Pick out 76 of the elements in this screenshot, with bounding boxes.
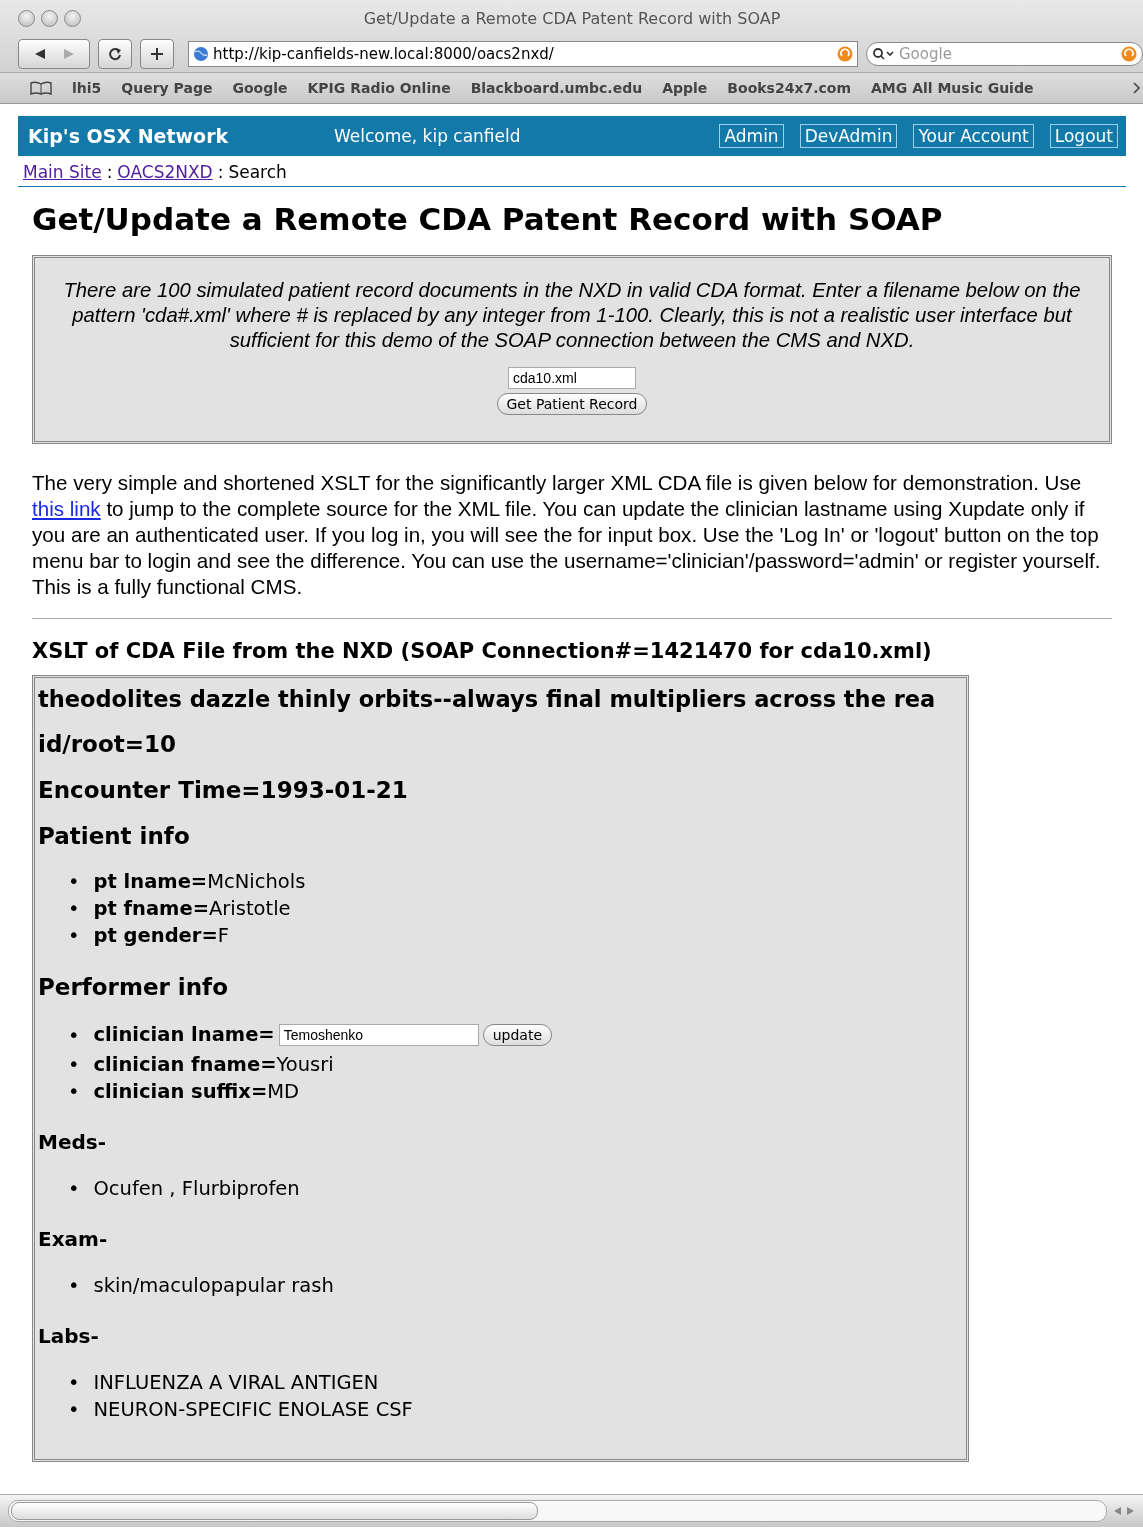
bullet-mark: • [68, 1052, 80, 1078]
horizontal-scrollbar[interactable] [8, 1500, 1107, 1522]
bullet-mark: • [68, 1079, 80, 1105]
section-heading: XSLT of CDA File from the NXD (SOAP Connection#=1421470 for cda10.xml) [32, 639, 933, 663]
globe-icon [193, 46, 209, 62]
reload-button[interactable] [98, 39, 132, 69]
bookmark-link[interactable]: Blackboard.umbc.edu [470, 80, 643, 96]
filename-field[interactable]: cda10.xml [508, 367, 636, 389]
add-bookmark-button[interactable] [140, 39, 174, 69]
source-link[interactable]: this link [32, 497, 101, 520]
zoom-button[interactable] [64, 9, 81, 27]
bookmark-link[interactable]: Query Page [121, 80, 213, 96]
record-heading: Encounter Time=1993-01-21 [38, 776, 409, 804]
nav-link[interactable]: Admin [719, 124, 784, 148]
search-field[interactable]: Google [866, 42, 1143, 66]
nav-link[interactable]: Logout [1049, 124, 1118, 148]
site-brand: Kip's OSX Network [28, 125, 230, 147]
breadcrumb-separator: : [217, 162, 224, 182]
welcome-text: Welcome, kip canfield [334, 126, 522, 146]
nav-link[interactable]: DevAdmin [799, 124, 898, 148]
book-icon[interactable] [30, 81, 52, 95]
bullet-mark: • [68, 1022, 80, 1049]
window-title: Get/Update a Remote CDA Patent Record with SOAP [362, 8, 782, 28]
breadcrumb-link[interactable]: Main Site [23, 162, 102, 182]
bullet-mark: • [68, 1397, 80, 1423]
breadcrumb-current: Search [228, 162, 287, 182]
address-field[interactable]: http://kip-canfields-new.local:8000/oacs2nxd/ [188, 41, 858, 67]
scroll-arrows-icon[interactable] [1113, 1506, 1135, 1516]
bookmark-link[interactable]: lhi5 [72, 80, 102, 96]
bookmark-link[interactable]: AMG All Music Guide [871, 80, 1034, 96]
reload-icon [108, 47, 122, 61]
bullet-mark: • [68, 896, 80, 922]
back-icon [33, 48, 46, 60]
search-icon[interactable] [872, 47, 894, 61]
page-heading: Get/Update a Remote CDA Patent Record with SOAP [32, 201, 944, 237]
scrollbar-thumb[interactable] [11, 1502, 538, 1520]
record-item: skin/maculopapular rash [93, 1273, 334, 1299]
nav-link[interactable]: Your Account [913, 124, 1034, 148]
record-heading: Patient info [38, 822, 191, 850]
record-item: INFLUENZA A VIRAL ANTIGEN [93, 1370, 379, 1396]
back-forward-buttons[interactable] [18, 39, 90, 69]
field-label: clinician lname= [93, 1022, 275, 1048]
lastname-field[interactable]: Temoshenko [278, 1024, 479, 1046]
breadcrumb-separator: : [106, 162, 113, 182]
bookmark-link[interactable]: KPIG Radio Online [307, 80, 451, 96]
chevron-icon[interactable] [1133, 82, 1141, 94]
bookmark-link[interactable]: Google [232, 80, 288, 96]
record-title: theodolites dazzle thinly orbits--always final multipliers across the rea [38, 685, 937, 714]
bookmark-link[interactable]: Books24x7.com [727, 80, 851, 96]
record-item: NEURON-SPECIFIC ENOLASE CSF [93, 1397, 413, 1423]
bullet-mark: • [68, 1273, 80, 1299]
record-subheading: Labs- [38, 1323, 100, 1349]
record-item: clinician suffix=MD [93, 1079, 300, 1105]
update-button[interactable]: update [482, 1024, 553, 1046]
plus-icon [150, 47, 164, 61]
record-subheading: Exam- [38, 1226, 109, 1252]
minimize-button[interactable] [41, 9, 58, 27]
bullet-mark: • [68, 923, 80, 949]
record-item: Ocufen , Flurbiprofen [93, 1176, 300, 1202]
bullet-mark: • [68, 869, 80, 895]
record-item: clinician fname=Yousri [93, 1052, 334, 1078]
record-item: pt lname=McNichols [93, 869, 306, 895]
record-item: pt fname=Aristotle [93, 896, 291, 922]
record-heading: id/root=10 [38, 730, 177, 758]
bullet-mark: • [68, 1176, 80, 1202]
get-patient-record-button[interactable]: Get Patient Record [496, 393, 648, 415]
record-subheading: Meds- [38, 1129, 107, 1155]
record-item: pt gender=F [93, 923, 229, 949]
close-button[interactable] [18, 9, 35, 27]
intro-text: There are 100 simulated patient record documents in the NXD in valid CDA format. Enter a filename below on the pattern 'cda#.xml' where # is replaced by any integer from 1-100. Clearly, this is not a realistic user interface but sufficient for this demo of the SOAP connection between the CMS and NXD. [62, 278, 1082, 353]
record-heading: Performer info [38, 973, 229, 1001]
bullet-mark: • [68, 1370, 80, 1396]
breadcrumb-link[interactable]: OACS2NXD [117, 162, 213, 182]
bookmark-link[interactable]: Apple [662, 80, 708, 96]
forward-icon [62, 48, 75, 60]
description-text: The very simple and shortened XSLT for the significantly larger XML CDA file is given below for demonstration. Use this link to jump to the complete source for the XML file. You can update the clinician lastname using Xupdate only if you are an authenticated user. If you log in, you will see the for input box. Use the 'Log In' or 'logout' button on the top menu bar to login and see the difference. You can use the username='clinician'/password='admin' or register yourself. This is a fully functional CMS. [32, 470, 1102, 600]
